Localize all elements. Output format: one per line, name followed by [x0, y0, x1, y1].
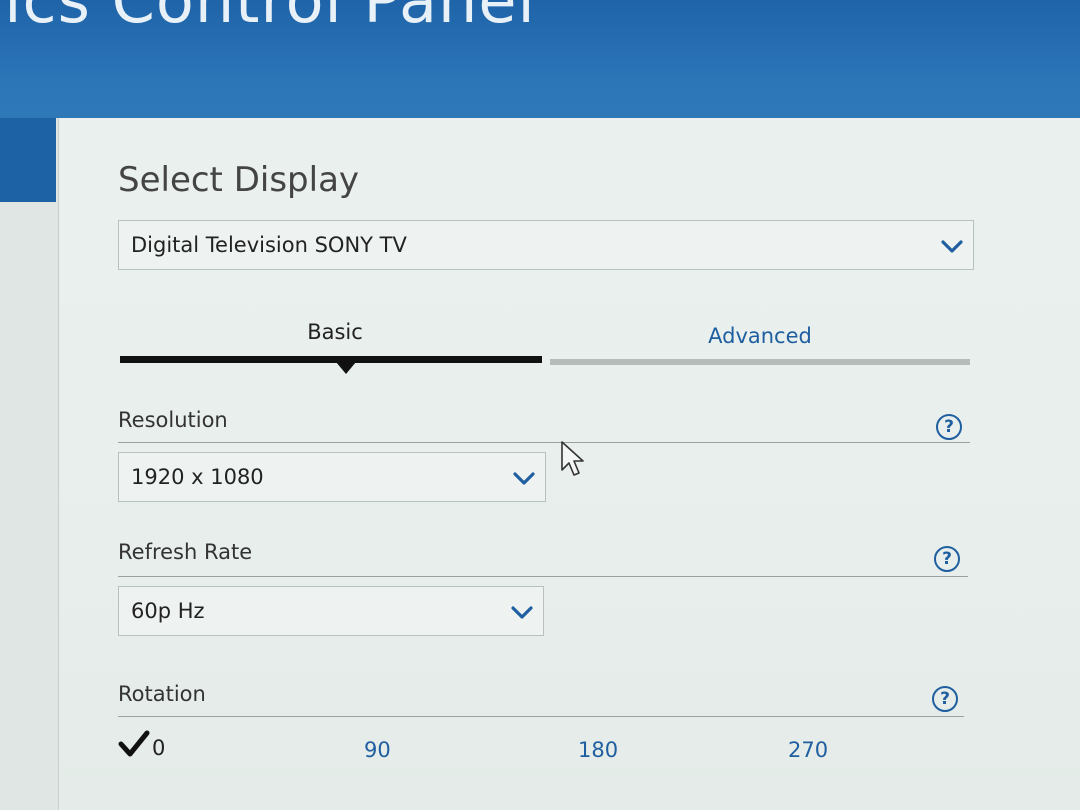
refresh-rate-divider — [118, 576, 968, 577]
rotation-option-90[interactable]: 90 — [364, 738, 391, 762]
left-navigation — [0, 118, 59, 810]
resolution-dropdown[interactable]: 1920 x 1080 — [118, 452, 546, 502]
tab-advanced[interactable]: Advanced — [640, 324, 880, 348]
rotation-option-0[interactable]: 0 — [152, 736, 165, 760]
resolution-label: Resolution — [118, 408, 228, 432]
refresh-rate-help-icon[interactable]: ? — [934, 546, 960, 572]
rotation-option-270[interactable]: 270 — [788, 738, 828, 762]
select-display-heading: Select Display — [118, 160, 360, 200]
display-select-value: Digital Television SONY TV — [131, 233, 407, 257]
rotation-label: Rotation — [118, 682, 206, 706]
chevron-down-icon — [941, 240, 963, 253]
chevron-down-icon — [511, 606, 533, 619]
tab-active-pointer — [336, 362, 356, 374]
display-settings-panel: Select Display Digital Television SONY T… — [60, 118, 1080, 810]
checkmark-icon — [118, 730, 150, 757]
tab-basic[interactable]: Basic — [240, 320, 430, 344]
resolution-divider — [118, 442, 970, 443]
refresh-rate-value: 60p Hz — [131, 599, 205, 623]
tab-advanced-indicator — [550, 359, 970, 365]
mouse-pointer-icon — [561, 441, 584, 476]
tab-basic-indicator — [120, 356, 542, 363]
chevron-down-icon — [513, 472, 535, 485]
window-title: nics Control Panel — [0, 0, 536, 37]
nav-item-selected[interactable] — [0, 118, 56, 202]
refresh-rate-label: Refresh Rate — [118, 540, 253, 564]
resolution-value: 1920 x 1080 — [131, 465, 264, 489]
rotation-divider — [118, 716, 964, 717]
title-bar: nics Control Panel — [0, 0, 1080, 118]
display-select-dropdown[interactable]: Digital Television SONY TV — [118, 220, 974, 270]
resolution-help-icon[interactable]: ? — [936, 414, 962, 440]
refresh-rate-dropdown[interactable]: 60p Hz — [118, 586, 544, 636]
rotation-option-180[interactable]: 180 — [578, 738, 618, 762]
rotation-help-icon[interactable]: ? — [932, 686, 958, 712]
